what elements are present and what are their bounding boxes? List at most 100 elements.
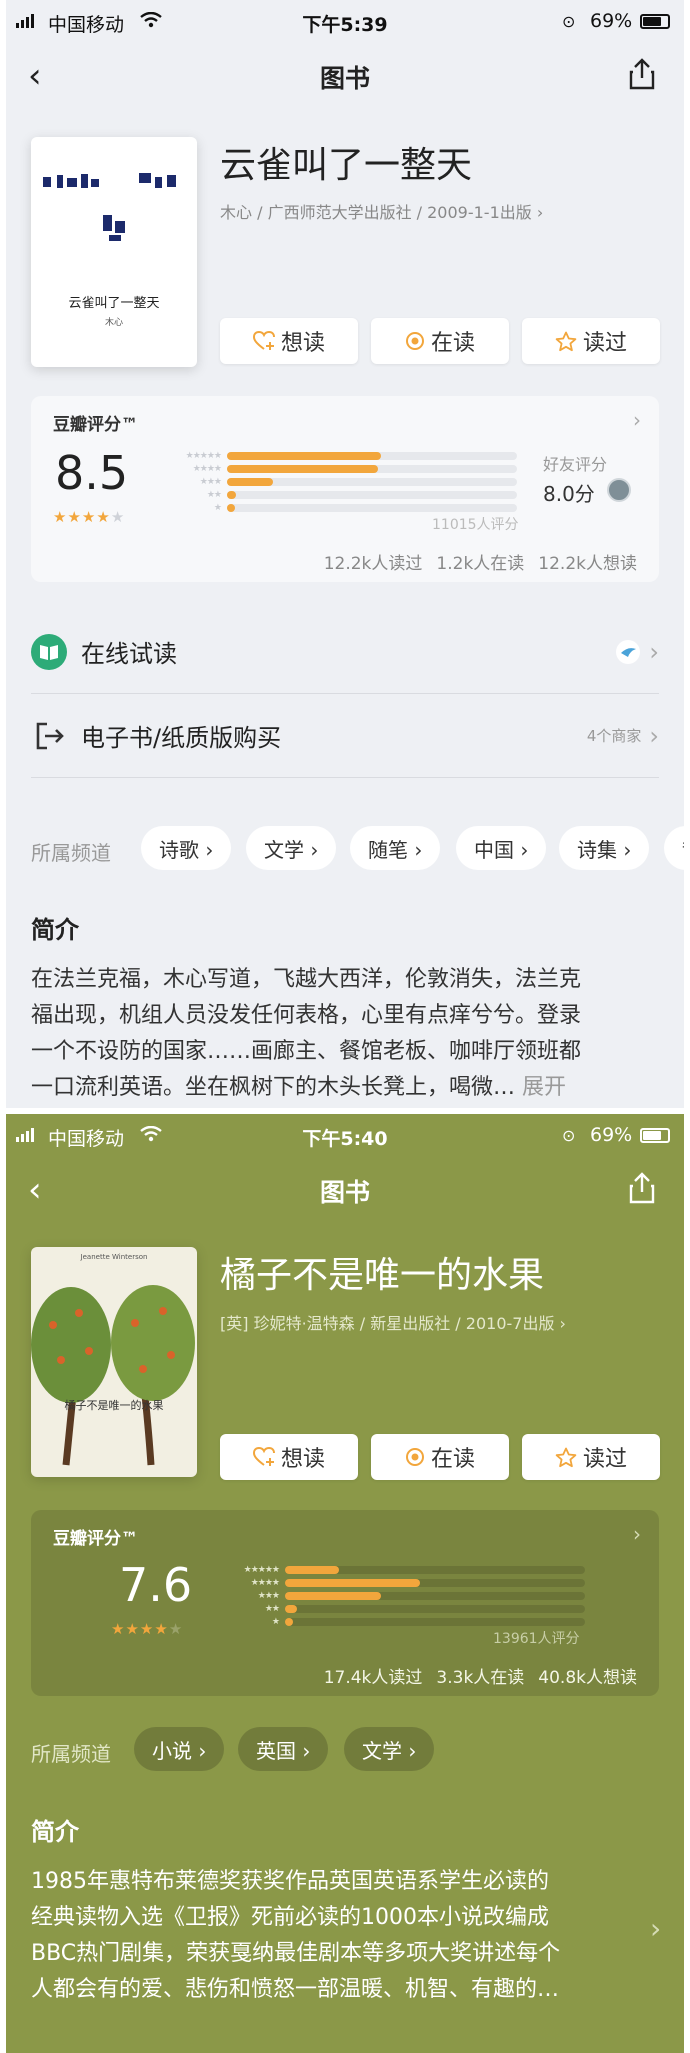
star-empty-icon: ★: [110, 508, 125, 526]
channel-chip[interactable]: 随笔 ›: [350, 826, 441, 870]
channels-label: 所属频道: [31, 841, 111, 865]
channel-chip[interactable]: 文学 ›: [246, 826, 337, 870]
book-cover[interactable]: Jeanette Winterson 橘子不是唯一的水果: [31, 1247, 197, 1477]
online-reading-label: 在线试读: [81, 640, 177, 668]
star-outline-icon: [555, 331, 577, 351]
channels-label: 所属频道: [31, 1742, 111, 1766]
chevron-right-icon: ›: [649, 721, 659, 750]
read-count: 12.2k人读过: [323, 554, 423, 574]
heart-add-icon: [252, 1447, 275, 1466]
share-icon[interactable]: [628, 58, 656, 90]
reading-button[interactable]: 在读: [371, 1434, 509, 1480]
star-filled-icon: ★: [67, 508, 81, 526]
book-cover[interactable]: 云雀叫了一整天 木心: [31, 137, 197, 367]
rating-bar: [227, 477, 274, 486]
star-filled-icon: ★: [53, 508, 67, 526]
rating-bar: [285, 1591, 381, 1600]
status-time: 下午5:39: [302, 14, 388, 36]
intro-line: 在法兰克福，木心写道，飞越大西洋，伦敦消失，法兰克: [31, 967, 582, 992]
want-to-read-button[interactable]: 想读: [220, 318, 358, 364]
channel-chip[interactable]: 小说 ›: [134, 1727, 225, 1771]
channel-chip[interactable]: 诗歌 ›: [141, 826, 232, 870]
buy-book-row[interactable]: 电子书/纸质版购买 4个商家 ›: [31, 694, 659, 778]
channel-chip[interactable]: 散: [664, 826, 684, 870]
intro-text: 在法兰克福，木心写道，飞越大西洋，伦敦消失，法兰克 福出现，机组人员没发任何表格…: [31, 962, 661, 1106]
rating-score: 8.5: [55, 446, 129, 500]
star-level-icon: ★★★: [257, 1590, 280, 1601]
rating-bar-row: ★★★★★: [219, 1564, 585, 1575]
read-count: 17.4k人读过: [323, 1668, 423, 1688]
rating-score: 7.6: [119, 1558, 193, 1612]
intro-line: 1985年惠特布莱德奖获奖作品英国英语系学生必读的: [31, 1869, 549, 1894]
chevron-right-icon[interactable]: ›: [650, 1912, 661, 1945]
nav-title: 图书: [319, 1178, 370, 1207]
channel-chip[interactable]: 诗集 ›: [559, 826, 650, 870]
book-meta-link[interactable]: 木心 / 广西师范大学出版社 / 2009-1-1出版 ›: [220, 199, 543, 223]
reading-label: 在读: [430, 1447, 475, 1472]
channel-chip[interactable]: 英国 ›: [238, 1727, 329, 1771]
rating-count: 13961人评分: [493, 1631, 580, 1647]
rating-card[interactable]: 豆瓣评分™ › 8.5 ★ ★ ★ ★ ★ ★★★★★ ★★★★ ★★★ ★★ ★ 11015人…: [31, 396, 659, 582]
book-title: 云雀叫了一整天: [220, 145, 473, 186]
have-read-button[interactable]: 读过: [522, 318, 660, 364]
rating-stars: ★ ★ ★ ★ ★: [111, 1620, 182, 1638]
want-count: 40.8k人想读: [538, 1668, 637, 1688]
reading-count: 3.3k人在读: [436, 1668, 525, 1688]
star-filled-icon: ★: [96, 508, 110, 526]
rating-bar-track: [285, 1591, 585, 1600]
rating-bar-track: [285, 1604, 585, 1613]
want-to-read-label: 想读: [280, 331, 325, 356]
rating-bar-track: [227, 477, 517, 486]
chevron-right-icon: ›: [633, 408, 641, 432]
rating-bar: [227, 451, 381, 460]
expand-link[interactable]: 展开: [522, 1075, 566, 1100]
book-title: 橘子不是唯一的水果: [220, 1255, 545, 1296]
want-to-read-button[interactable]: 想读: [220, 1434, 358, 1480]
rating-label: 豆瓣评分™: [53, 415, 138, 435]
rating-bar-row: ★★★★: [219, 1577, 585, 1588]
channel-chip[interactable]: 文学 ›: [344, 1727, 435, 1771]
cover-illustration: [43, 173, 176, 241]
friend-rating-label: 好友评分: [543, 455, 608, 474]
share-icon[interactable]: [628, 1172, 656, 1204]
star-level-icon: ★★★: [199, 476, 222, 487]
rating-bar-track: [285, 1617, 585, 1626]
battery-percent: 69%: [590, 10, 633, 32]
channel-chip[interactable]: 中国 ›: [456, 826, 547, 870]
star-level-icon: ★: [213, 502, 222, 513]
merchant-count: 4个商家: [586, 727, 642, 745]
rating-bar-row: ★★: [161, 489, 517, 500]
nav-title: 图书: [319, 64, 370, 93]
intro-text[interactable]: 1985年惠特布莱德奖获奖作品英国英语系学生必读的 经典读物入选《卫报》死前必读…: [31, 1864, 631, 2008]
reading-label: 在读: [430, 331, 475, 356]
status-time: 下午5:40: [302, 1128, 388, 1150]
star-filled-icon: ★: [125, 1620, 139, 1638]
rating-card[interactable]: 豆瓣评分™ › 7.6 ★ ★ ★ ★ ★ ★★★★★ ★★★★ ★★★ ★★ ★ 13961人…: [31, 1510, 659, 1696]
status-bar: 中国移动 下午5:40 ⊙ 69%: [6, 1114, 684, 1160]
book-meta-link[interactable]: [英] 珍妮特·温特森 / 新星出版社 / 2010-7出版 ›: [220, 1310, 566, 1334]
rating-stars: ★ ★ ★ ★ ★: [53, 508, 124, 526]
reading-circle-icon: [405, 332, 424, 350]
rating-distribution: ★★★★★ ★★★★ ★★★ ★★ ★: [161, 450, 561, 516]
nav-bar: ‹ 图书: [6, 1160, 684, 1218]
reading-button[interactable]: 在读: [371, 318, 509, 364]
friend-rating-score: 8.0分: [543, 482, 595, 506]
heart-add-icon: [252, 331, 275, 350]
star-filled-icon: ★: [81, 508, 96, 526]
intro-line: BBC热门剧集，荣获戛纳最佳剧本等多项大奖讲述每个: [31, 1941, 561, 1966]
star-level-icon: ★★★★★: [243, 1564, 280, 1575]
reader-stats: 17.4k人读过 3.3k人在读 40.8k人想读: [324, 1663, 637, 1688]
battery-icon: [640, 14, 670, 29]
rating-bar: [285, 1604, 297, 1613]
rating-bar-track: [227, 451, 517, 460]
friend-avatar[interactable]: [607, 478, 631, 502]
battery-percent: 69%: [590, 1124, 633, 1146]
nav-bar: ‹ 图书: [6, 46, 684, 104]
status-bar: 中国移动 下午5:39 ⊙ 69%: [6, 0, 684, 46]
battery-icon: [640, 1128, 670, 1143]
rating-count: 11015人评分: [432, 517, 519, 533]
rating-bar-row: ★★: [219, 1603, 585, 1614]
cover-author: 木心: [104, 318, 123, 328]
online-reading-row[interactable]: 在线试读 ›: [31, 610, 659, 694]
have-read-button[interactable]: 读过: [522, 1434, 660, 1480]
